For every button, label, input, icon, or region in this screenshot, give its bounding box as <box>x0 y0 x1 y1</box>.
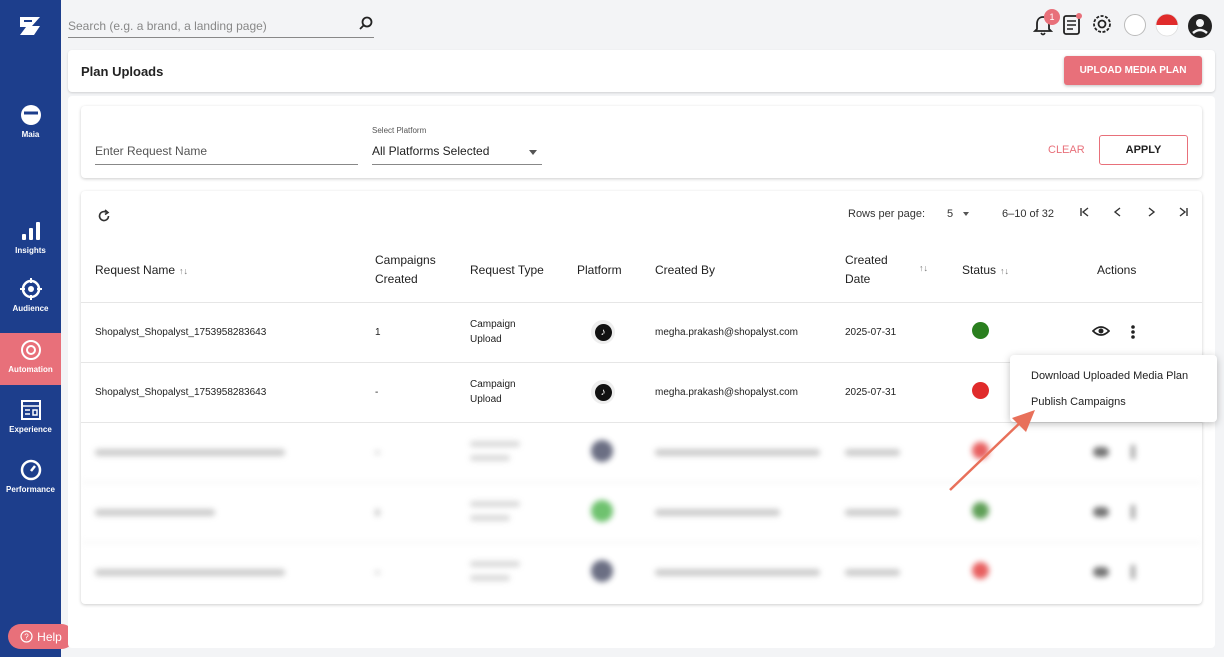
row-actions-menu: Download Uploaded Media Plan Publish Cam… <box>1010 355 1217 422</box>
rows-per-page-select[interactable]: 5 <box>947 208 970 220</box>
view-eye-icon[interactable] <box>1092 325 1110 337</box>
sidebar-item-label: Audience <box>12 304 49 313</box>
sidebar-item-audience[interactable]: Audience <box>0 278 61 313</box>
gear-icon <box>20 340 41 360</box>
more-options-icon[interactable] <box>1130 324 1136 340</box>
request-name-input[interactable]: Enter Request Name <box>95 144 358 165</box>
sort-icon: ↑↓ <box>179 266 189 276</box>
table-row <box>81 543 1202 603</box>
table-row: Shopalyst_Shopalyst_1753958283643 1 Camp… <box>81 303 1202 363</box>
gauge-icon <box>20 459 41 481</box>
clear-button[interactable]: CLEAR <box>1048 144 1085 156</box>
annotation-arrow-icon <box>949 410 1035 491</box>
maia-icon <box>20 105 41 125</box>
upload-media-plan-button[interactable]: UPLOAD MEDIA PLAN <box>1064 56 1202 85</box>
apply-button[interactable]: APPLY <box>1099 135 1188 165</box>
sidebar-item-label: Performance <box>6 485 55 494</box>
layout-icon <box>20 400 41 420</box>
help-icon: ? <box>20 630 33 643</box>
theme-toggle-icon[interactable] <box>1123 13 1147 37</box>
request-type-cell: Campaign Upload <box>470 319 516 345</box>
sidebar-item-performance[interactable]: Performance <box>0 459 61 494</box>
rows-per-page-value: 5 <box>947 208 954 220</box>
pagination-range: 6–10 of 32 <box>1002 208 1054 220</box>
notification-bell[interactable]: 1 <box>1033 9 1060 37</box>
tiktok-icon: ♪ <box>591 380 615 404</box>
previous-page-icon[interactable] <box>1112 206 1124 218</box>
created-date-cell: 2025-07-31 <box>845 387 897 398</box>
last-page-icon[interactable] <box>1177 206 1189 218</box>
logo-icon[interactable] <box>18 15 42 37</box>
sidebar-item-label: Experience <box>9 425 52 434</box>
sidebar-item-label: Maia <box>21 130 40 139</box>
filter-card: Enter Request Name Select Platform All P… <box>81 106 1202 178</box>
notification-badge: 1 <box>1044 9 1060 25</box>
column-header-campaigns-created: Campaigns Created <box>375 253 436 286</box>
rows-per-page-label: Rows per page: <box>848 208 926 220</box>
column-header-platform: Platform <box>577 263 622 277</box>
created-by-cell: megha.prakash@shopalyst.com <box>655 327 798 338</box>
request-name-cell: Shopalyst_Shopalyst_1753958283643 <box>95 387 267 398</box>
sidebar-item-insights[interactable]: Insights <box>0 220 61 255</box>
column-header-request-name[interactable]: Request Name ↑↓ <box>95 261 188 281</box>
column-header-created-by: Created By <box>655 263 716 277</box>
tiktok-icon: ♪ <box>591 320 615 344</box>
sidebar: Maia Insights Audience Automation Experi… <box>0 0 61 657</box>
table-header: Request Name ↑↓ Campaigns Created Request … <box>81 237 1202 303</box>
sort-icon: ↑↓ <box>1000 266 1010 276</box>
created-date-cell: 2025-07-31 <box>845 327 897 338</box>
page-header: Plan Uploads UPLOAD MEDIA PLAN <box>68 50 1215 92</box>
bar-chart-icon <box>21 222 40 240</box>
request-type-cell: Campaign Upload <box>470 379 516 405</box>
language-flag-icon[interactable] <box>1155 13 1179 37</box>
help-button[interactable]: ? Help <box>8 624 74 649</box>
refresh-icon[interactable] <box>97 209 111 223</box>
help-label: Help <box>37 629 62 644</box>
search-input[interactable]: Search (e.g. a brand, a landing page) <box>68 16 374 38</box>
search-icon[interactable] <box>359 16 373 30</box>
campaigns-created-cell: - <box>375 387 379 398</box>
column-header-request-type: Request Type <box>470 263 544 277</box>
status-indicator <box>972 322 989 339</box>
sidebar-item-label: Insights <box>15 246 46 255</box>
platform-select-label: Select Platform <box>372 126 427 135</box>
caret-down-icon <box>963 212 970 217</box>
first-page-icon[interactable] <box>1079 206 1091 218</box>
caret-down-icon <box>529 150 537 155</box>
target-icon <box>19 278 42 300</box>
sidebar-item-experience[interactable]: Experience <box>0 399 61 434</box>
request-name-cell: Shopalyst_Shopalyst_1753958283643 <box>95 327 267 338</box>
column-header-actions: Actions <box>1097 263 1137 277</box>
sidebar-item-label: Automation <box>8 365 53 374</box>
document-icon[interactable] <box>1062 13 1082 35</box>
settings-icon[interactable] <box>1091 13 1113 35</box>
column-header-status[interactable]: Status ↑↓ <box>962 261 1009 281</box>
page-title: Plan Uploads <box>81 64 164 79</box>
next-page-icon[interactable] <box>1145 206 1157 218</box>
created-by-cell: megha.prakash@shopalyst.com <box>655 387 798 398</box>
status-indicator <box>972 382 989 399</box>
svg-text:?: ? <box>24 633 29 642</box>
account-icon[interactable] <box>1187 13 1213 39</box>
sidebar-item-automation[interactable]: Automation <box>0 333 61 385</box>
sidebar-item-maia[interactable]: Maia <box>0 104 61 139</box>
column-header-created-date[interactable]: Created Date <box>845 251 888 289</box>
platform-select[interactable]: All Platforms Selected <box>372 144 542 165</box>
download-media-plan-menu-item[interactable]: Download Uploaded Media Plan <box>1031 370 1188 382</box>
topbar: Search (e.g. a brand, a landing page) 1 <box>61 0 1224 48</box>
campaigns-created-cell: 1 <box>375 327 381 338</box>
sort-icon[interactable]: ↑↓ <box>919 263 928 273</box>
platform-select-value: All Platforms Selected <box>372 144 490 158</box>
publish-campaigns-menu-item[interactable]: Publish Campaigns <box>1031 396 1126 408</box>
